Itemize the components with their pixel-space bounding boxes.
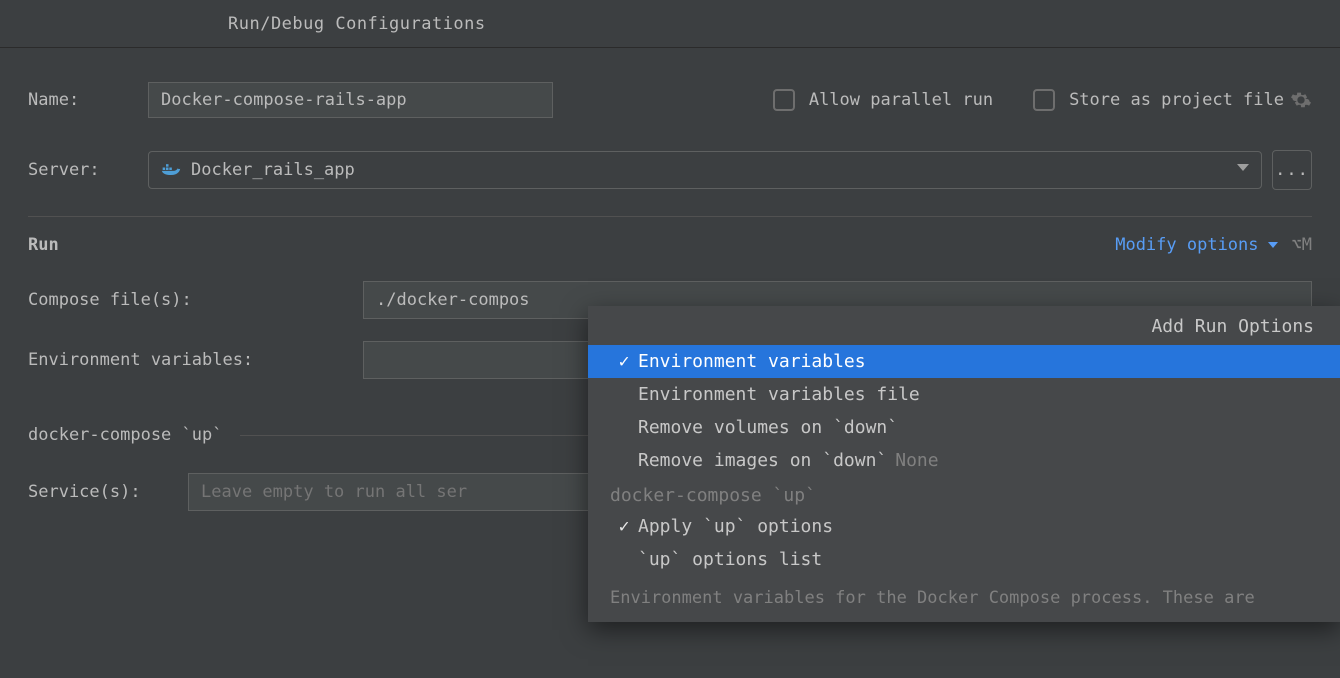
popup-item-label: Remove volumes on `down` [638,417,898,438]
popup-item-remove-volumes[interactable]: Remove volumes on `down` [588,411,1340,444]
modify-options-label: Modify options [1115,235,1258,255]
store-as-project-file-checkbox[interactable]: Store as project file [1033,89,1284,111]
popup-item-suffix: None [895,450,938,471]
server-more-button[interactable]: ... [1272,150,1312,190]
run-section-header: Run Modify options ⌥M [28,235,1312,255]
compose-files-label: Compose file(s): [28,290,363,310]
allow-parallel-label: Allow parallel run [809,90,993,110]
modify-options-link[interactable]: Modify options [1115,235,1277,255]
docker-icon [161,162,181,178]
divider [28,216,1312,217]
name-label: Name: [28,90,148,110]
allow-parallel-run-checkbox[interactable]: Allow parallel run [773,89,993,111]
dialog-title: Run/Debug Configurations [228,14,486,34]
popup-item-label: Remove images on `down` [638,450,887,471]
checkbox-icon [1033,89,1055,111]
server-row: Server: Docker_rails_app ... [28,150,1312,190]
popup-item-label: Environment variables file [638,384,920,405]
popup-item-apply-up-options[interactable]: ✓ Apply `up` options [588,510,1340,543]
server-value: Docker_rails_app [191,160,1227,180]
name-row: Name: Allow parallel run Store as projec… [28,82,1312,118]
chevron-down-icon [1237,164,1249,176]
up-section-title: docker-compose `up` [28,425,222,445]
popup-item-remove-images[interactable]: Remove images on `down` None [588,444,1340,477]
store-project-label: Store as project file [1069,90,1284,110]
run-section-title: Run [28,235,59,255]
server-label: Server: [28,160,148,180]
modify-options-popup: Add Run Options ✓ Environment variables … [588,306,1340,622]
check-icon: ✓ [610,351,638,372]
title-bar: Run/Debug Configurations [0,0,1340,48]
server-dropdown[interactable]: Docker_rails_app [148,151,1262,189]
checkbox-icon [773,89,795,111]
popup-item-env-vars-file[interactable]: Environment variables file [588,378,1340,411]
name-input[interactable] [148,82,553,118]
popup-item-up-options-list[interactable]: `up` options list [588,543,1340,576]
popup-item-label: Apply `up` options [638,516,833,537]
services-label: Service(s): [28,482,188,502]
chevron-down-icon [1268,242,1278,248]
popup-item-label: Environment variables [638,351,866,372]
gear-icon[interactable] [1290,89,1312,111]
modify-options-shortcut: ⌥M [1292,235,1312,255]
popup-item-env-vars[interactable]: ✓ Environment variables [588,345,1340,378]
popup-footer-hint: Environment variables for the Docker Com… [588,576,1340,622]
popup-group-label: docker-compose `up` [588,477,1340,510]
env-vars-label: Environment variables: [28,350,363,370]
popup-item-label: `up` options list [638,549,822,570]
popup-header: Add Run Options [588,306,1340,345]
check-icon: ✓ [610,516,638,537]
